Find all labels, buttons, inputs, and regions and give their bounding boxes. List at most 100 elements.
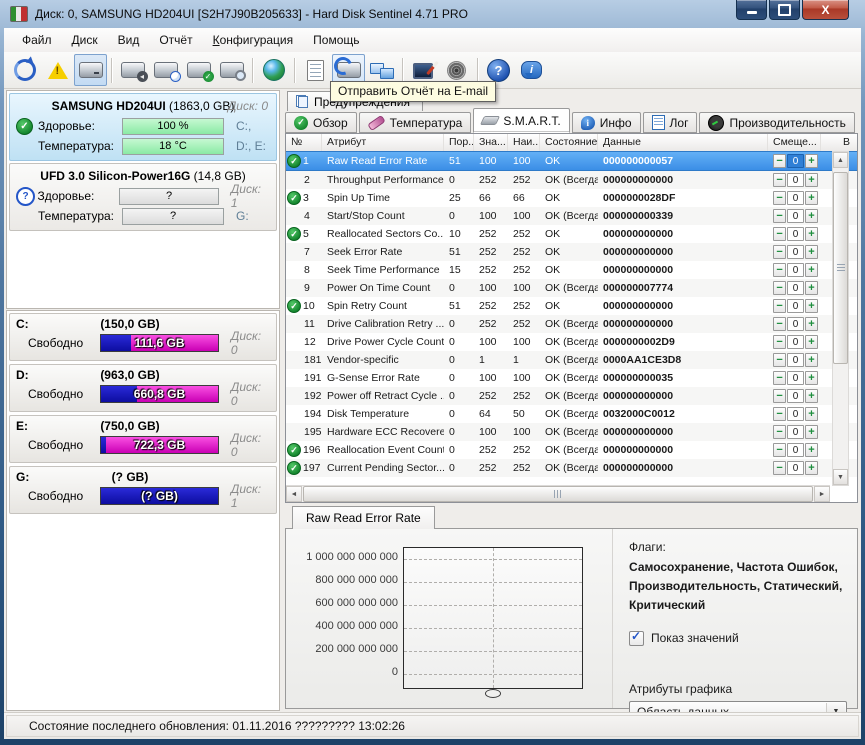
smart-row-181[interactable]: 181Vendor-specific011OK (Всегда...0000AA… [286, 351, 857, 369]
scroll-thumb[interactable] [833, 172, 848, 364]
volume-panel-g[interactable]: G:(? GB) Свободно (? GB) Диск: 1 [9, 466, 277, 514]
smart-row-1[interactable]: ✓1Raw Read Error Rate51100100OK000000000… [286, 151, 857, 171]
offset-increase-button[interactable]: + [805, 154, 818, 168]
offset-increase-button[interactable]: + [805, 173, 818, 187]
smart-row-11[interactable]: 11Drive Calibration Retry ...0252252OK (… [286, 315, 857, 333]
col-offset[interactable]: Смеще... [768, 134, 821, 151]
minimize-button[interactable] [736, 0, 767, 20]
tab-overview[interactable]: ✓Обзор [285, 112, 357, 133]
offset-decrease-button[interactable]: − [773, 353, 786, 367]
disk-panel-usb[interactable]: UFD 3.0 Silicon-Power16G (14,8 GB) ? Здо… [9, 163, 277, 231]
scroll-thumb[interactable] [303, 486, 813, 502]
report-button[interactable] [299, 54, 332, 86]
disk-search-button[interactable] [215, 54, 248, 86]
smart-row-5[interactable]: ✓5Reallocated Sectors Co...10252252OK000… [286, 225, 857, 243]
offset-increase-button[interactable]: + [805, 227, 818, 241]
offset-decrease-button[interactable]: − [773, 209, 786, 223]
refresh-button[interactable] [8, 54, 41, 86]
offset-increase-button[interactable]: + [805, 191, 818, 205]
offset-decrease-button[interactable]: − [773, 389, 786, 403]
col-attribute[interactable]: Атрибут [322, 134, 444, 151]
smart-row-12[interactable]: 12Drive Power Cycle Count0100100OK (Всег… [286, 333, 857, 351]
smart-row-194[interactable]: 194Disk Temperature06450OK (Всегда...003… [286, 405, 857, 423]
offset-decrease-button[interactable]: − [773, 263, 786, 277]
offset-decrease-button[interactable]: − [773, 281, 786, 295]
smart-row-197[interactable]: ✓197Current Pending Sector...0252252OK (… [286, 459, 857, 477]
offset-increase-button[interactable]: + [805, 263, 818, 277]
volume-panel-d[interactable]: D:(963,0 GB) Свободно 660,8 GB Диск: 0 [9, 364, 277, 412]
offset-decrease-button[interactable]: − [773, 317, 786, 331]
smart-row-2[interactable]: 2Throughput Performance0252252OK (Всегда… [286, 171, 857, 189]
offset-increase-button[interactable]: + [805, 389, 818, 403]
offset-decrease-button[interactable]: − [773, 461, 786, 475]
menu-item[interactable]: Отчёт [149, 29, 202, 51]
offset-increase-button[interactable]: + [805, 209, 818, 223]
tab-log[interactable]: Лог [643, 112, 698, 133]
chart-slider-handle[interactable] [485, 689, 501, 698]
show-values-checkbox[interactable]: ✓ [629, 631, 644, 646]
offset-decrease-button[interactable]: − [773, 443, 786, 457]
globe-button[interactable] [257, 54, 290, 86]
smart-row-9[interactable]: 9Power On Time Count0100100OK (Всегда...… [286, 279, 857, 297]
scroll-right-icon[interactable]: ► [814, 486, 830, 502]
offset-increase-button[interactable]: + [805, 335, 818, 349]
smart-row-8[interactable]: 8Seek Time Performance15252252OK00000000… [286, 261, 857, 279]
offset-increase-button[interactable]: + [805, 461, 818, 475]
disk-clock-button[interactable] [149, 54, 182, 86]
disk-check-button[interactable] [182, 54, 215, 86]
scroll-down-icon[interactable]: ▼ [833, 469, 848, 485]
smart-row-196[interactable]: ✓196Reallocation Event Count0252252OK (В… [286, 441, 857, 459]
col-num[interactable]: № [286, 134, 322, 151]
offset-increase-button[interactable]: + [805, 443, 818, 457]
smart-row-3[interactable]: ✓3Spin Up Time256666OK0000000028DF−0+ [286, 189, 857, 207]
title-bar[interactable]: Диск: 0, SAMSUNG HD204UI [S2H7J90B205633… [0, 0, 865, 28]
disk-button[interactable] [74, 54, 107, 86]
offset-increase-button[interactable]: + [805, 425, 818, 439]
tab-smart[interactable]: S.M.A.R.T. [473, 108, 569, 133]
offset-decrease-button[interactable]: − [773, 299, 786, 313]
col-value[interactable]: Зна... [474, 134, 508, 151]
maximize-button[interactable] [769, 0, 800, 20]
col-extra[interactable]: В [838, 134, 857, 151]
col-threshold[interactable]: Пор... [444, 134, 474, 151]
offset-decrease-button[interactable]: − [773, 227, 786, 241]
offset-decrease-button[interactable]: − [773, 425, 786, 439]
offset-increase-button[interactable]: + [805, 353, 818, 367]
offset-increase-button[interactable]: + [805, 407, 818, 421]
smart-row-4[interactable]: 4Start/Stop Count0100100OK (Всегда...000… [286, 207, 857, 225]
menu-item[interactable]: Помощь [303, 29, 369, 51]
about-button[interactable]: i [515, 54, 548, 86]
col-worst[interactable]: Наи... [508, 134, 540, 151]
smart-row-195[interactable]: 195Hardware ECC Recovered0100100OK (Всег… [286, 423, 857, 441]
offset-decrease-button[interactable]: − [773, 154, 786, 168]
menu-item[interactable]: Диск [62, 29, 108, 51]
menu-item[interactable]: Вид [108, 29, 150, 51]
vertical-scrollbar[interactable]: ▲ ▼ [832, 151, 849, 486]
volume-panel-e[interactable]: E:(750,0 GB) Свободно 722,3 GB Диск: 0 [9, 415, 277, 463]
offset-increase-button[interactable]: + [805, 299, 818, 313]
col-data[interactable]: Данные [598, 134, 768, 151]
scroll-left-icon[interactable]: ◄ [286, 486, 302, 502]
warning-button[interactable] [41, 54, 74, 86]
menu-item[interactable]: Конфигурация [203, 29, 304, 51]
offset-decrease-button[interactable]: − [773, 371, 786, 385]
scroll-up-icon[interactable]: ▲ [833, 152, 848, 168]
menu-item[interactable]: Файл [12, 29, 62, 51]
volume-panel-c[interactable]: C:(150,0 GB) Свободно 111,6 GB Диск: 0 [9, 313, 277, 361]
close-button[interactable]: X [802, 0, 849, 20]
smart-row-10[interactable]: ✓10Spin Retry Count51252252OK00000000000… [286, 297, 857, 315]
smart-row-191[interactable]: 191G-Sense Error Rate0100100OK (Всегда..… [286, 369, 857, 387]
offset-increase-button[interactable]: + [805, 371, 818, 385]
offset-increase-button[interactable]: + [805, 281, 818, 295]
horizontal-scrollbar[interactable]: ◄ ► [286, 485, 830, 502]
offset-decrease-button[interactable]: − [773, 245, 786, 259]
offset-increase-button[interactable]: + [805, 245, 818, 259]
tab-raw-read-error-rate[interactable]: Raw Read Error Rate [292, 506, 435, 529]
offset-decrease-button[interactable]: − [773, 335, 786, 349]
smart-row-192[interactable]: 192Power off Retract Cycle ...0252252OK … [286, 387, 857, 405]
tab-performance[interactable]: Производительность [699, 112, 854, 133]
offset-increase-button[interactable]: + [805, 317, 818, 331]
offset-decrease-button[interactable]: − [773, 191, 786, 205]
smart-row-7[interactable]: 7Seek Error Rate51252252OK000000000000−0… [286, 243, 857, 261]
col-status[interactable]: Состояние [540, 134, 598, 151]
